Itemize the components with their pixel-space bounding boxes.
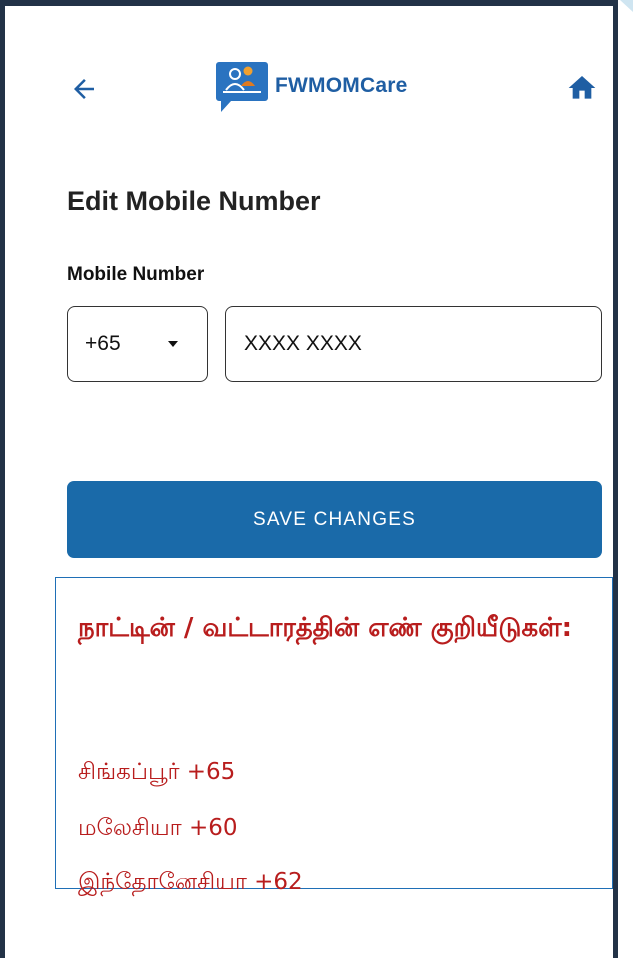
note-line-malaysia: மலேசியா +60 (78, 815, 238, 841)
arrow-left-icon (74, 79, 94, 99)
fwmomcare-logo-icon (216, 62, 268, 112)
mobile-number-input[interactable]: XXXX XXXX (225, 306, 602, 382)
home-button[interactable] (566, 72, 598, 104)
note-title: நாட்டின் / வட்டாரத்தின் எண் குறியீடுகள்: (78, 613, 572, 643)
mobile-number-label: Mobile Number (67, 264, 205, 285)
country-code-select[interactable]: +65 (67, 306, 208, 382)
app-header: FWMOMCare (5, 6, 613, 156)
country-code-value: +65 (85, 332, 121, 355)
save-changes-button[interactable]: SAVE CHANGES (67, 481, 602, 558)
caret-down-icon (168, 341, 178, 347)
note-line-singapore: சிங்கப்பூர் +65 (78, 759, 236, 785)
page-title: Edit Mobile Number (67, 186, 321, 216)
phone-screen: FWMOMCare Edit Mobile Number Mobile Numb… (0, 0, 618, 958)
mobile-number-value: XXXX XXXX (244, 332, 362, 355)
note-line-indonesia: இந்தோனேசியா +62 (78, 869, 303, 895)
brand: FWMOMCare (215, 58, 407, 114)
back-button[interactable] (69, 74, 99, 104)
country-codes-note: நாட்டின் / வட்டாரத்தின் எண் குறியீடுகள்:… (55, 577, 613, 895)
home-icon (568, 76, 596, 99)
brand-name: FWMOMCare (275, 74, 408, 97)
